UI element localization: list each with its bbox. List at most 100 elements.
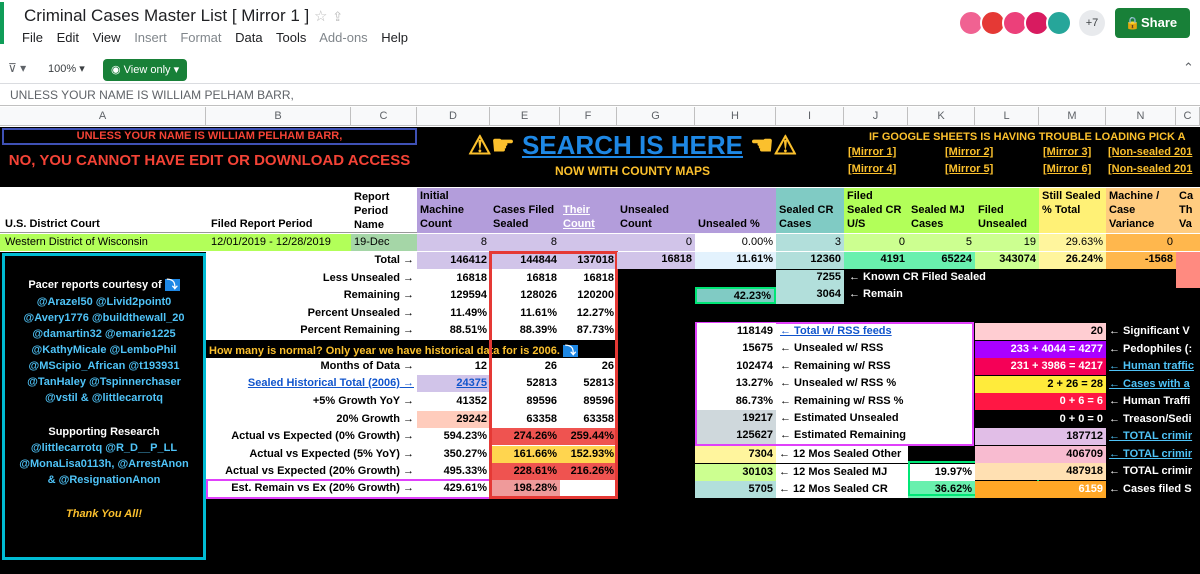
column-header[interactable]: A	[0, 107, 206, 126]
cell-period[interactable]: 12/01/2019 - 12/28/2019	[208, 234, 334, 251]
menu-help[interactable]: Help	[381, 30, 408, 45]
column-header[interactable]: J	[844, 107, 908, 126]
cell-filed-unsealed[interactable]: 19	[975, 234, 1039, 251]
row-label[interactable]: Less Unsealed →	[206, 270, 417, 287]
cell-f[interactable]: 216.26%	[560, 463, 617, 480]
formula-bar[interactable]: UNLESS YOUR NAME IS WILLIAM PELHAM BARR,	[0, 84, 1200, 106]
cell-e[interactable]: 198.28%	[490, 480, 560, 497]
handle-line[interactable]: @TanHaley @Tspinnerchaser	[5, 376, 203, 388]
mos-value[interactable]: 5705	[695, 481, 776, 498]
cell-f[interactable]: 259.44%	[560, 428, 617, 445]
doc-title[interactable]: Criminal Cases Master List [ Mirror 1 ] …	[24, 6, 343, 26]
mos-percent[interactable]: 19.97%	[908, 463, 975, 481]
row-label[interactable]: Percent Unsealed →	[206, 305, 417, 322]
header-unsealed-count[interactable]: Unsealed Count	[617, 188, 695, 233]
row-label[interactable]: Remaining →	[206, 287, 417, 304]
rss-label[interactable]: ← Total w/ RSS feeds	[777, 323, 972, 340]
mirror-link[interactable]: [Non-sealed 201	[1108, 163, 1192, 175]
mos-percent[interactable]: 36.62%	[908, 481, 975, 498]
header-court[interactable]: U.S. District Court	[2, 216, 103, 233]
mirror-link[interactable]: [Mirror 3]	[1043, 146, 1091, 158]
header-sealed-cr[interactable]: Sealed CR Cases	[776, 188, 844, 233]
cell-d[interactable]: 24375	[417, 375, 490, 392]
unsealed-total-cell[interactable]: 16818	[617, 252, 695, 269]
column-header[interactable]: M	[1039, 107, 1106, 126]
share-button[interactable]: 🔒 Share	[1115, 8, 1190, 38]
cell-d[interactable]: 16818	[417, 270, 490, 287]
mos-value[interactable]: 7304	[695, 446, 776, 463]
row-label[interactable]: Months of Data →	[206, 358, 417, 375]
stat-value[interactable]: 406709	[975, 445, 1106, 463]
header-cases-sealed[interactable]: Cases Filed Sealed	[490, 188, 560, 233]
cell-d[interactable]: 146412	[417, 252, 490, 269]
remain-value[interactable]: 3064	[776, 287, 844, 304]
handle-line[interactable]: @littlecarrotq @R_D__P_LL	[5, 442, 203, 454]
cell-e[interactable]: 161.66%	[490, 446, 560, 463]
unsealed-pct-total[interactable]: 11.61%	[695, 252, 776, 269]
cell-f[interactable]: 152.93%	[560, 446, 617, 463]
mirror-link[interactable]: [Mirror 6]	[1043, 163, 1091, 175]
cell-d[interactable]: 129594	[417, 287, 490, 304]
more-collaborators-badge[interactable]: +7	[1079, 10, 1105, 36]
move-folder-icon[interactable]: ⇪	[332, 9, 343, 24]
zoom-select[interactable]: 100% ▾	[48, 62, 85, 75]
handle-line[interactable]: @MonaLisa0113h, @ArrestAnon	[5, 458, 203, 470]
column-header[interactable]: N	[1106, 107, 1176, 126]
column-header[interactable]: C	[1176, 107, 1200, 126]
header-still-sealed[interactable]: Still Sealed % Total	[1039, 188, 1106, 233]
row-label[interactable]: Percent Remaining →	[206, 322, 417, 339]
avatar[interactable]	[1046, 10, 1072, 36]
cell-e[interactable]: 144844	[490, 252, 560, 269]
row-label[interactable]: 20% Growth →	[206, 411, 417, 428]
cell-e[interactable]: 89596	[490, 393, 560, 410]
row-label[interactable]: +5% Growth YoY →	[206, 393, 417, 410]
collapse-icon[interactable]: ⌃	[1183, 60, 1194, 76]
header-machine-case[interactable]: Machine / Case Variance	[1106, 188, 1176, 233]
cell-filed-cru[interactable]: 0	[844, 234, 908, 251]
sheets-logo[interactable]	[0, 2, 4, 44]
menu-addons[interactable]: Add-ons	[319, 30, 367, 45]
cell-d[interactable]: 12	[417, 358, 490, 375]
menu-format[interactable]: Format	[180, 30, 221, 45]
cell-e[interactable]: 16818	[490, 270, 560, 287]
header-unsealed-pct[interactable]: Unsealed %	[695, 188, 776, 233]
rss-value[interactable]: 15675	[697, 340, 776, 358]
row-label[interactable]: Sealed Historical Total (2006) →	[206, 375, 417, 392]
cell-f[interactable]: 26	[560, 358, 617, 375]
cell-f[interactable]: 120200	[560, 287, 617, 304]
header-filed-period[interactable]: Filed Report Period	[208, 216, 315, 233]
handle-line[interactable]: @damartin32 @emarie1225	[5, 328, 203, 340]
row-label[interactable]: Actual vs Expected (0% Growth) →	[206, 428, 417, 445]
stat-value[interactable]: 487918	[975, 463, 1106, 480]
header-their-count[interactable]: Their Count	[560, 188, 617, 233]
cell-d[interactable]: 29242	[417, 411, 490, 428]
cell-d[interactable]: 594.23%	[417, 428, 490, 445]
stat-value[interactable]: 6159	[975, 480, 1106, 498]
known-cr-value[interactable]: 7255	[776, 270, 844, 287]
stat-value[interactable]: 0 + 0 = 0	[975, 410, 1106, 428]
cell-f[interactable]: 89596	[560, 393, 617, 410]
sealed-mj-total[interactable]: 65224	[908, 252, 975, 269]
mos-value[interactable]: 30103	[695, 463, 776, 481]
cell-e[interactable]: 26	[490, 358, 560, 375]
view-only-button[interactable]: ◉ View only ▾	[103, 59, 188, 81]
stat-value[interactable]: 20	[975, 323, 1106, 340]
stat-label[interactable]: ← Cases with a	[1106, 376, 1200, 393]
cell-f[interactable]: 12.27%	[560, 305, 617, 322]
header-initial[interactable]: Initial Machine Count	[417, 188, 490, 233]
cell-unsealed-pct[interactable]: 0.00%	[695, 234, 776, 251]
cell-d[interactable]: 429.61%	[417, 480, 490, 497]
header-filed-unsealed[interactable]: Filed Unsealed	[975, 188, 1039, 233]
column-header[interactable]: K	[908, 107, 975, 126]
column-header[interactable]: B	[206, 107, 351, 126]
cell-d[interactable]: 495.33%	[417, 463, 490, 480]
rss-value[interactable]: 118149	[697, 323, 776, 340]
cell-e[interactable]: 128026	[490, 287, 560, 304]
rss-value[interactable]: 86.73%	[697, 392, 776, 410]
stat-value[interactable]: 231 + 3986 = 4217	[975, 358, 1106, 375]
mirror-link[interactable]: [Mirror 2]	[945, 146, 993, 158]
handle-line[interactable]: @Arazel50 @Livid2point0	[5, 296, 203, 308]
cell-f[interactable]: 87.73%	[560, 322, 617, 339]
stat-label[interactable]: ← Human traffic	[1106, 358, 1200, 375]
still-sealed-total[interactable]: 26.24%	[1039, 252, 1106, 269]
